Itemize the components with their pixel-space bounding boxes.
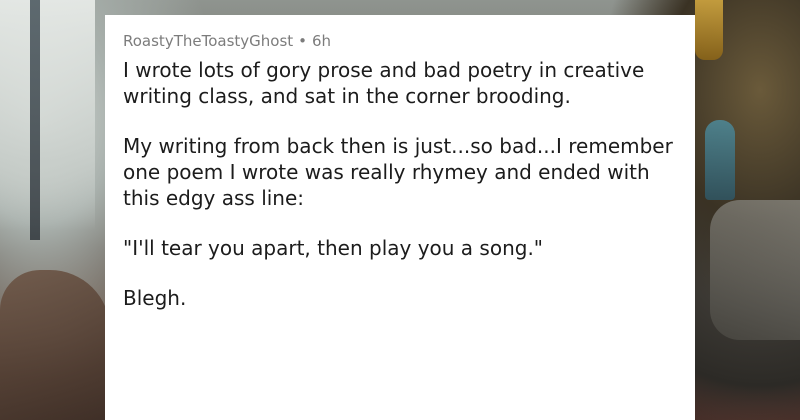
comment-paragraph: "I'll tear you apart, then play you a so… [123,236,543,260]
comment-author[interactable]: RoastyTheToastyGhost [123,32,293,50]
meta-separator: • [298,32,308,50]
comment-card: RoastyTheToastyGhost • 6h I wrote lots of … [105,15,695,420]
comment-age: 6h [312,32,332,50]
background-window-frame [30,0,40,240]
comment-paragraph: Blegh. [123,286,187,310]
comment-paragraph: I wrote lots of gory prose and bad poetr… [123,58,645,108]
background-cloth [0,270,110,420]
background-window [0,0,95,230]
background-sleeve [710,200,800,340]
background-bottle [695,0,723,60]
comment-meta: RoastyTheToastyGhost • 6h [123,31,681,51]
comment-paragraph: My writing from back then is just...so b… [123,134,673,210]
background-cactus [705,120,735,200]
